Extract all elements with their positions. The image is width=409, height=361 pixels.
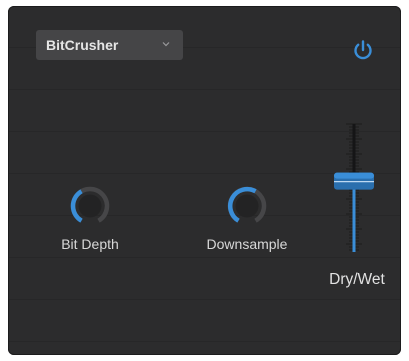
- bit-depth-label: Bit Depth: [61, 236, 119, 252]
- effect-panel: BitCrusher Bit Depth Downsample Dry/Wet: [8, 6, 401, 355]
- dry-wet-fader[interactable]: [328, 118, 380, 258]
- downsample-knob[interactable]: [224, 183, 270, 229]
- fader-fill: [352, 181, 356, 252]
- dry-wet-label: Dry/Wet: [329, 271, 385, 288]
- chevron-down-icon: [162, 42, 170, 47]
- power-icon[interactable]: [352, 39, 374, 61]
- preset-name: BitCrusher: [46, 37, 119, 53]
- fader-handle-top: [334, 172, 374, 179]
- knob-body: [235, 194, 259, 218]
- bit-depth-knob[interactable]: [67, 183, 113, 229]
- knob-body: [78, 194, 102, 218]
- preset-dropdown[interactable]: BitCrusher: [36, 30, 183, 60]
- downsample-label: Downsample: [206, 236, 288, 252]
